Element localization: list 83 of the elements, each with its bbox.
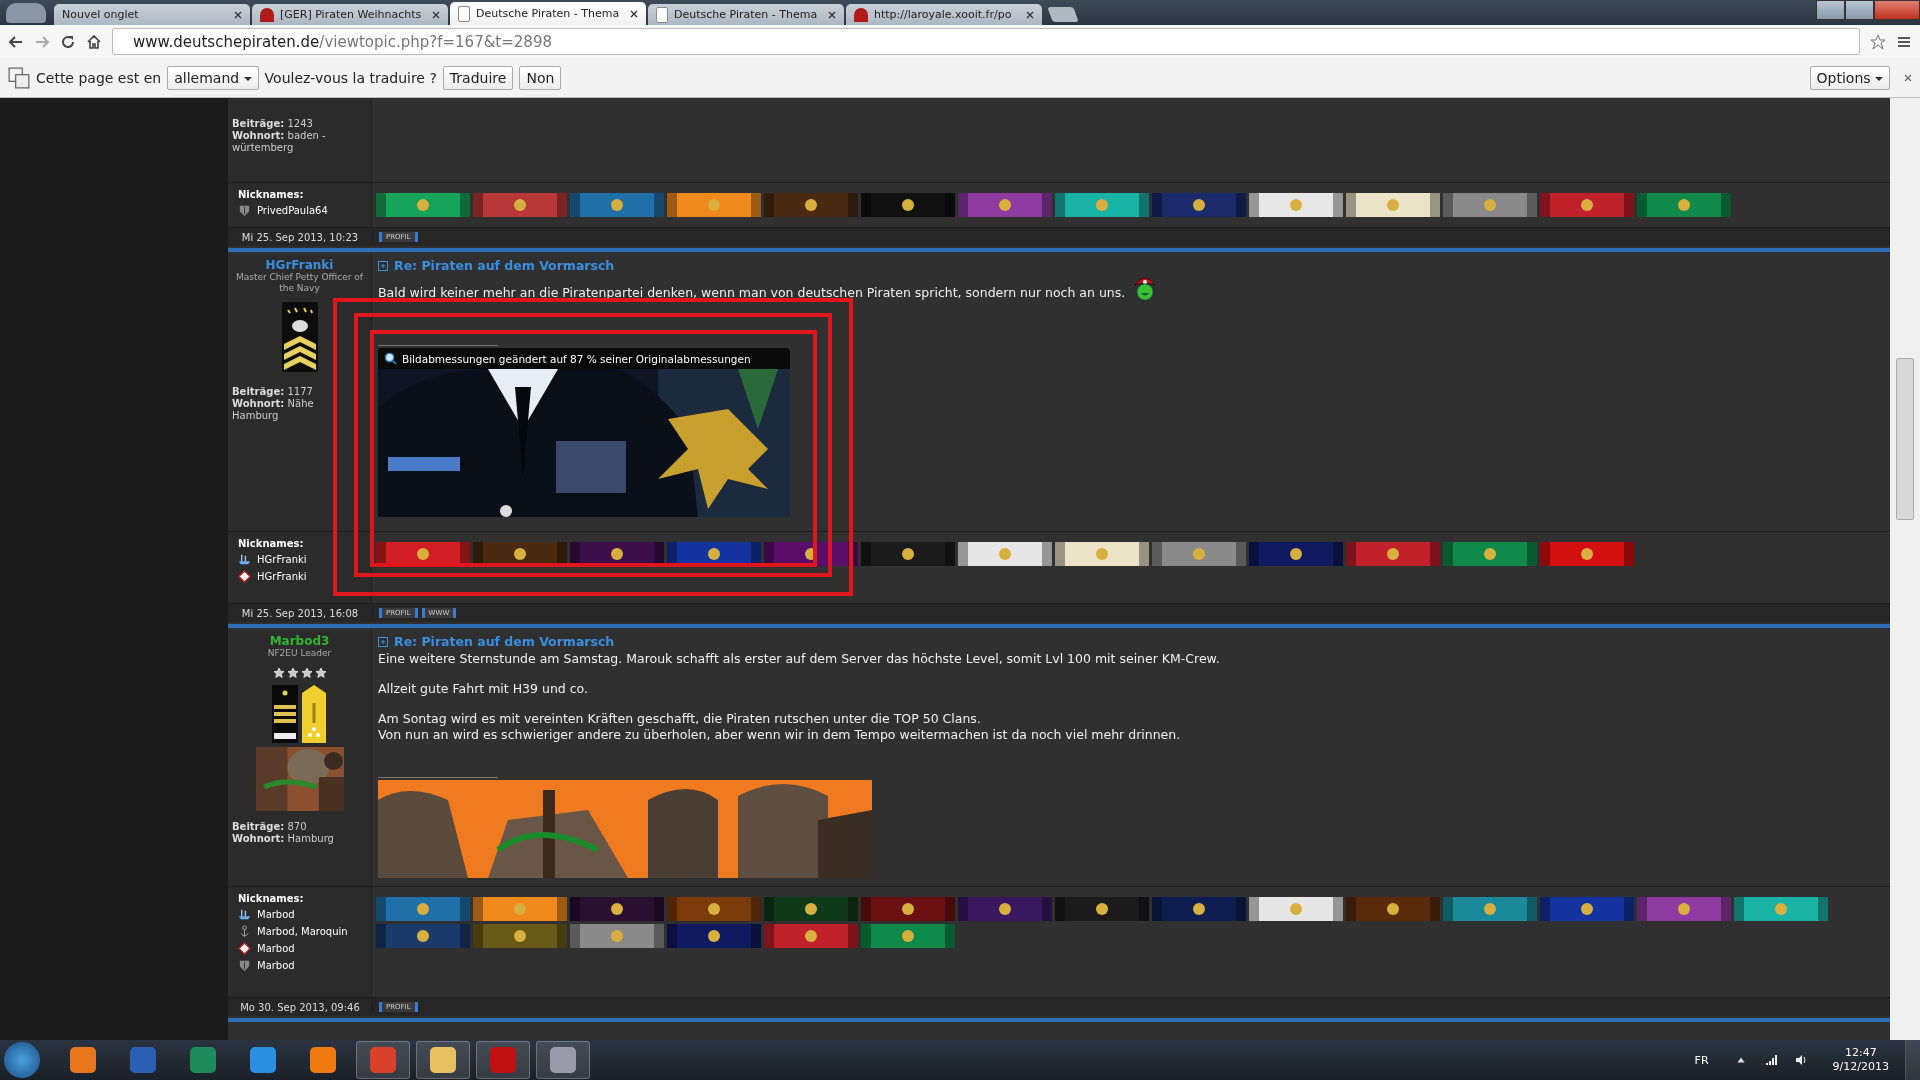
volume-icon[interactable] xyxy=(1794,1054,1807,1066)
translate-icon xyxy=(8,66,30,89)
nickname: Marbod xyxy=(257,909,295,920)
nicknames-label: Nicknames: xyxy=(238,189,304,200)
post-subject[interactable]: Re: Piraten auf dem Vormarsch xyxy=(394,634,615,649)
post-date: Mo 30. Sep 2013, 09:46 xyxy=(228,1001,373,1013)
page-icon xyxy=(458,5,470,22)
site-icon xyxy=(260,7,274,22)
close-tab-icon[interactable] xyxy=(1026,10,1034,19)
input-language[interactable]: FR xyxy=(1694,1053,1709,1067)
page-icon xyxy=(656,6,668,23)
post-text: Allzeit gute Fahrt mit H39 und co. xyxy=(378,681,588,697)
nickname: Marbod, Maroquin xyxy=(257,926,348,937)
nickname: HGrFranki xyxy=(257,571,307,582)
minimize-button[interactable] xyxy=(1816,0,1845,20)
rank-title: NF2EU Leader xyxy=(267,648,332,659)
flag-icon xyxy=(238,942,251,955)
reload-icon[interactable] xyxy=(60,33,76,50)
scrollbar[interactable] xyxy=(1890,98,1920,1040)
taskbar-clock[interactable]: 12:47 9/12/2013 xyxy=(1832,1046,1889,1074)
author-name[interactable]: HGrFranki xyxy=(265,258,334,272)
resize-notice[interactable]: Bildabmessungen geändert auf 87 % seiner Originalabmessungen xyxy=(378,348,790,369)
language-dropdown[interactable]: allemand xyxy=(167,65,259,90)
start-button[interactable] xyxy=(4,1042,40,1078)
browser-tab[interactable]: Nouvel onglet xyxy=(54,4,250,25)
profile-stat: Beiträge: 870 xyxy=(232,821,308,833)
bookmark-star-icon[interactable] xyxy=(1870,33,1886,50)
nicknames-label: Nicknames: xyxy=(238,893,304,904)
nickname: HGrFranki xyxy=(257,554,307,565)
post-date: Mi 25. Sep 2013, 16:08 xyxy=(228,607,373,619)
author-name[interactable]: Marbod3 xyxy=(269,634,330,648)
translate-question: Voulez-vous la traduire ? xyxy=(264,69,437,86)
post-date: Mi 25. Sep 2013, 10:23 xyxy=(228,231,373,243)
nickname: Marbod xyxy=(257,960,295,971)
browser-tab[interactable]: [GER] Piraten Weihnachts xyxy=(252,4,448,25)
close-tab-icon[interactable] xyxy=(234,10,242,19)
translate-button[interactable]: Traduire xyxy=(442,65,514,90)
browser-tab[interactable]: Deutsche Piraten - Thema xyxy=(450,2,646,25)
translate-prompt: Cette page est en xyxy=(36,69,162,86)
site-icon xyxy=(854,7,868,22)
network-signal-icon[interactable] xyxy=(1764,1054,1777,1066)
rank-title: Master Chief Petty Officer of the Navy xyxy=(234,272,364,294)
close-tab-icon[interactable] xyxy=(828,10,836,19)
nickname: Marbod xyxy=(257,943,295,954)
post-icon xyxy=(378,636,388,647)
profile-stat: Beiträge: 1243 xyxy=(232,118,314,130)
profile-stat: Beiträge: 1177 xyxy=(232,386,314,398)
nickname: PrivedPaula64 xyxy=(257,205,328,216)
home-icon[interactable] xyxy=(86,33,102,50)
address-field[interactable]: www.deutschepiraten.de/viewtopic.php?f=167&t=2898 xyxy=(112,28,1860,55)
profile-stat: Wohnort: baden - würtemberg xyxy=(232,130,327,154)
profile-stat: Wohnort: Hamburg xyxy=(232,833,335,845)
close-tab-icon[interactable] xyxy=(432,10,440,19)
browser-tab[interactable]: Deutsche Piraten - Thema xyxy=(648,4,844,25)
pdf-app-icon[interactable] xyxy=(476,1041,530,1079)
post-text: Eine weitere Sternstunde am Samstag. Marouk schafft als erster auf dem Server das höchste Level, somit Lvl 100 mit seiner KM-Crew. xyxy=(378,651,1220,667)
rank-insignia-icon xyxy=(279,302,320,374)
post-text: Am Sontag wird es mit vereinten Kräften geschafft, die Piraten rutschen unter die TOP 50 Clans. xyxy=(378,711,981,727)
new-tab-button[interactable] xyxy=(1047,7,1079,22)
post-icon xyxy=(378,260,388,271)
tank-icon xyxy=(238,959,251,972)
close-tab-icon[interactable] xyxy=(630,9,638,18)
post-text: Bald wird keiner mehr an die Piratenpartei denken, wenn man von deutschen Piraten spricht, sondern nur noch an uns. xyxy=(378,285,1126,301)
folder-app-icon[interactable] xyxy=(416,1041,470,1079)
paint-app-icon[interactable] xyxy=(536,1041,590,1079)
ship-icon xyxy=(238,908,251,921)
tank-icon xyxy=(238,204,251,217)
ship-icon xyxy=(238,553,251,566)
options-dropdown[interactable]: Options xyxy=(1809,65,1890,90)
browser-tab[interactable]: http://laroyale.xooit.fr/po xyxy=(846,4,1042,25)
flag-icon xyxy=(238,570,251,583)
post-subject[interactable]: Re: Piraten auf dem Vormarsch xyxy=(394,258,615,273)
profile-stat: Wohnort: Nähe Hamburg xyxy=(232,398,315,422)
zoom-icon xyxy=(384,352,397,365)
close-button[interactable] xyxy=(1874,0,1920,20)
anchor-icon xyxy=(238,925,251,938)
browser-app-icon[interactable] xyxy=(356,1041,410,1079)
nicknames-label: Nicknames: xyxy=(238,538,304,549)
maximize-button[interactable] xyxy=(1845,0,1874,20)
close-icon[interactable] xyxy=(1904,73,1912,82)
decline-button[interactable]: Non xyxy=(519,65,562,90)
post-text: Von nun an wird es schwieriger andere zu überholen, aber wenn wir in dem Tempo weitermachen ist da noch viel mehr drinnen. xyxy=(378,727,1181,743)
back-icon[interactable] xyxy=(8,33,24,50)
